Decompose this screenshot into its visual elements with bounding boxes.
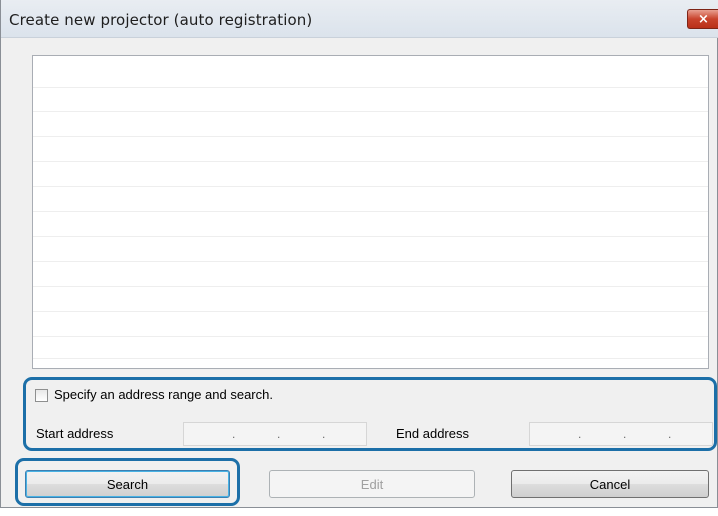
cancel-button-label: Cancel	[589, 476, 631, 492]
projector-list[interactable]	[32, 55, 709, 369]
address-range-label-text: Specify an address range and search.	[54, 387, 273, 402]
window-title: Create new projector (auto registration)	[9, 11, 313, 29]
list-row	[33, 336, 708, 337]
close-icon: ×	[698, 11, 709, 27]
list-row	[33, 311, 708, 312]
list-row	[33, 261, 708, 262]
list-row	[33, 161, 708, 162]
list-row	[33, 286, 708, 287]
list-row	[33, 136, 708, 137]
ip-separator: .	[578, 427, 582, 441]
ip-separator: .	[623, 427, 627, 441]
ip-separator: .	[277, 427, 281, 441]
address-range-checkbox-label[interactable]: Specify an address range and search.	[54, 387, 273, 402]
list-row	[33, 211, 708, 212]
title-bar: Create new projector (auto registration)…	[1, 0, 718, 38]
search-button-label: Search	[106, 476, 149, 492]
search-button[interactable]: Search	[25, 470, 230, 498]
ip-separator: .	[232, 427, 236, 441]
end-address-field[interactable]: . . .	[529, 422, 713, 446]
list-row	[33, 186, 708, 187]
ip-separator: .	[322, 427, 326, 441]
address-range-checkbox[interactable]	[35, 389, 48, 402]
create-projector-dialog: Create new projector (auto registration)…	[0, 0, 718, 508]
ip-separator: .	[668, 427, 672, 441]
address-range-group: Specify an address range and search. Sta…	[23, 377, 717, 451]
end-address-label: End address	[396, 426, 469, 441]
list-row	[33, 111, 708, 112]
list-row	[33, 236, 708, 237]
list-row	[33, 87, 708, 88]
cancel-button[interactable]: Cancel	[511, 470, 709, 498]
start-address-field[interactable]: . . .	[183, 422, 367, 446]
edit-button-label: Edit	[360, 476, 384, 492]
close-button[interactable]: ×	[687, 9, 718, 29]
edit-button[interactable]: Edit	[269, 470, 475, 498]
list-row	[33, 358, 708, 359]
start-address-label: Start address	[36, 426, 114, 441]
